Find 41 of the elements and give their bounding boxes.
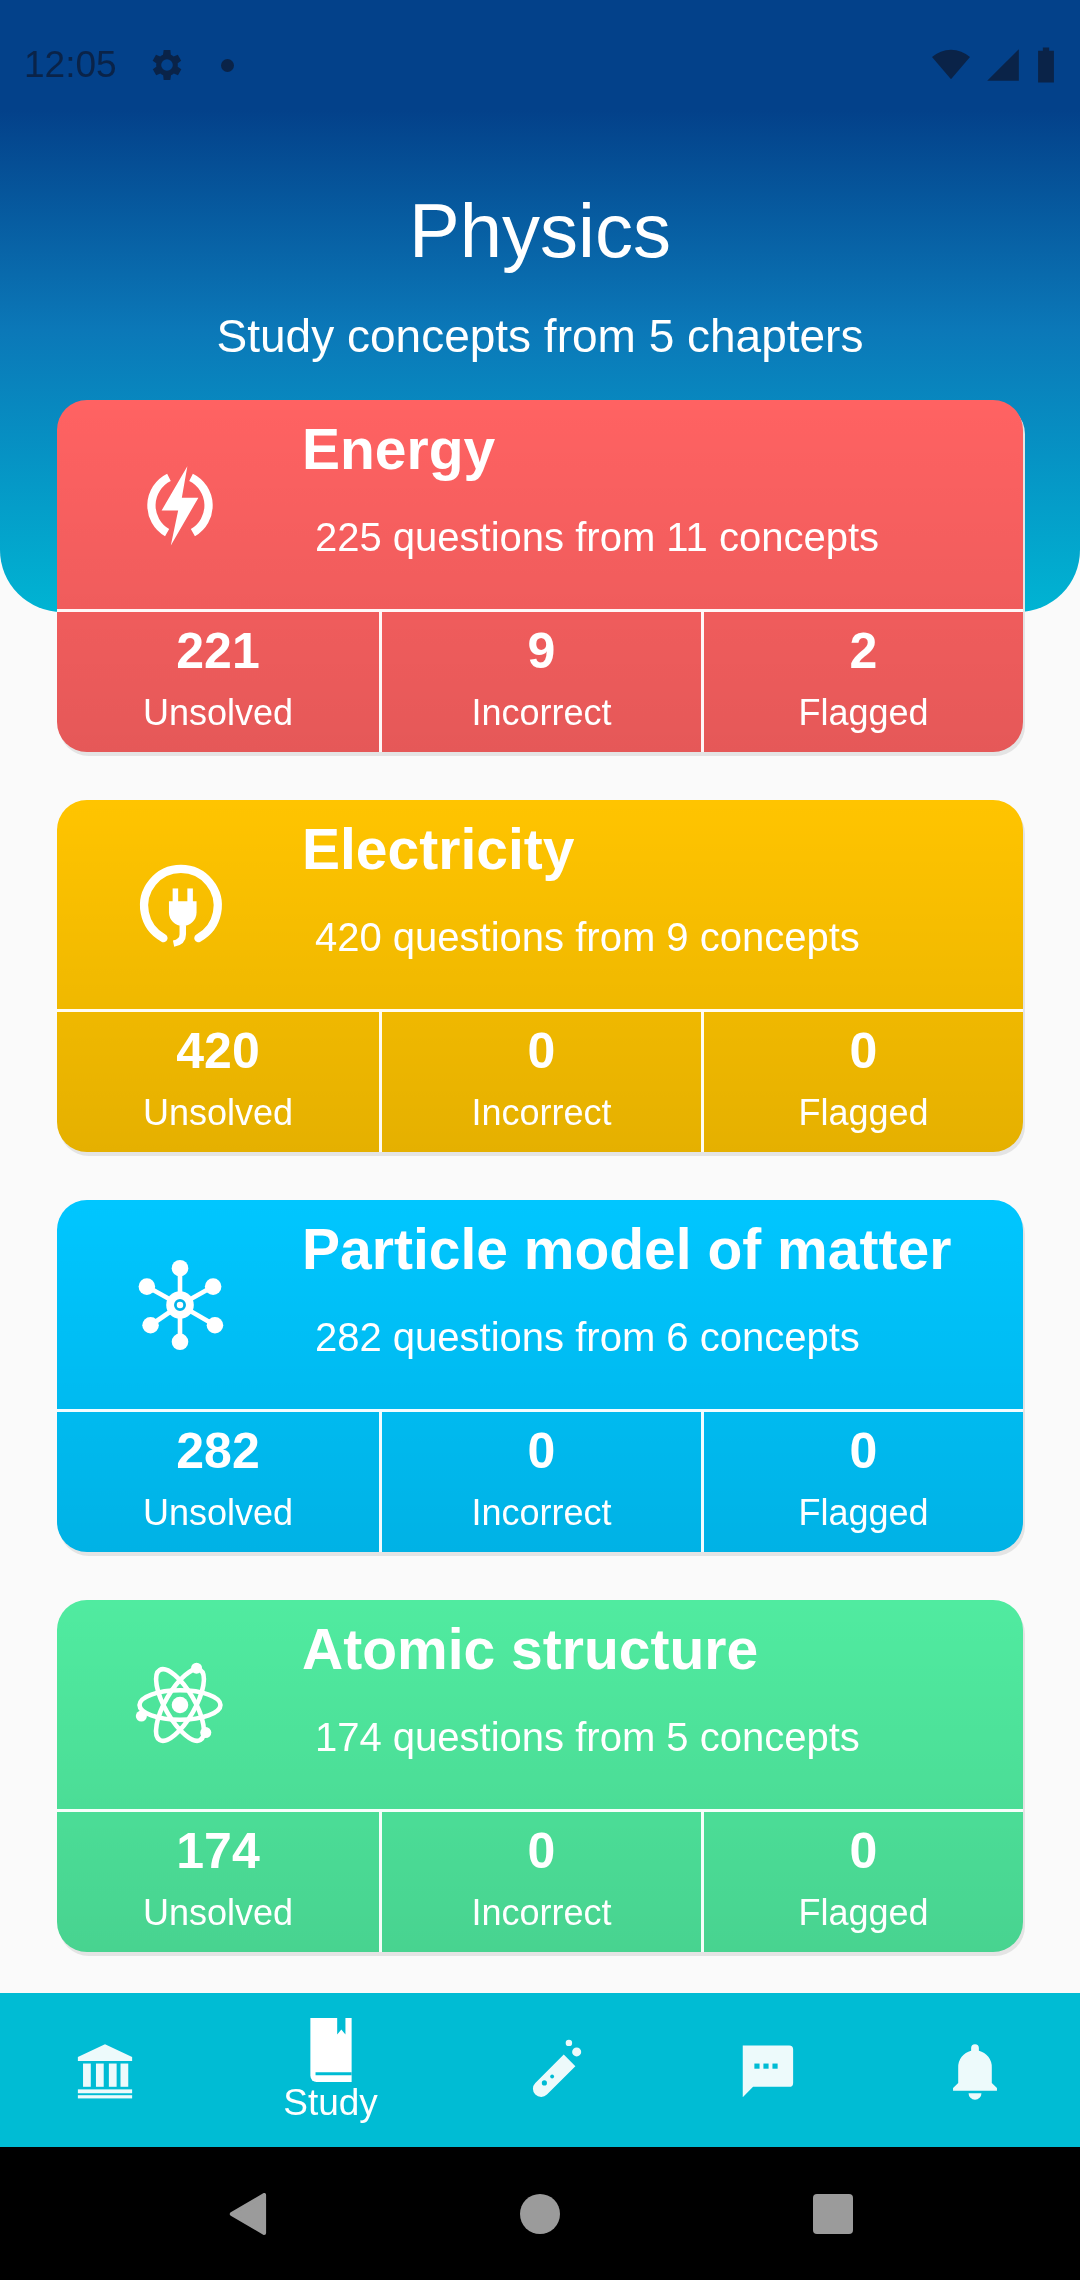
stat-value: 420	[176, 1022, 260, 1081]
chapter-title: Atomic structure	[302, 1616, 760, 1683]
chapter-title: Particle model of matter	[302, 1216, 952, 1283]
stat-value: 221	[176, 622, 260, 681]
stat-value: 2	[849, 622, 878, 681]
stat-label: Incorrect	[471, 1091, 612, 1135]
stat-label: Incorrect	[471, 691, 612, 735]
status-time: 12:05	[24, 44, 117, 86]
stat-label: Flagged	[798, 1891, 929, 1935]
chapter-title: Electricity	[302, 816, 576, 883]
stat-value: 174	[176, 1822, 260, 1881]
stat-value: 0	[527, 1822, 556, 1881]
page-title: Physics	[409, 187, 671, 275]
chapter-title: Energy	[302, 416, 497, 483]
home-icon[interactable]	[520, 2192, 560, 2235]
stat-value: 0	[849, 1422, 878, 1481]
notification-dot-icon	[220, 58, 234, 72]
chapter-summary: 174 questions from 5 concepts	[315, 1714, 860, 1761]
nav-tab[interactable]: Study	[283, 2016, 378, 2124]
stat-label: Flagged	[798, 1491, 929, 1535]
stat-value: 9	[527, 622, 556, 681]
signal-icon	[984, 46, 1022, 84]
chapter-summary: 225 questions from 11 concepts	[315, 514, 880, 561]
chapter-summary: 282 questions from 6 concepts	[315, 1314, 861, 1361]
stat-label: Incorrect	[471, 1491, 612, 1535]
chapter-summary: 420 questions from 9 concepts	[315, 914, 860, 961]
recent-apps-icon[interactable]	[813, 2192, 854, 2235]
page-subtitle: Study concepts from 5 chapters	[216, 309, 864, 364]
stat-label: Incorrect	[471, 1891, 612, 1935]
stat-label: Unsolved	[142, 1491, 294, 1535]
stat-value: 0	[849, 1822, 878, 1881]
stat-label: Unsolved	[142, 691, 294, 735]
stat-label: Unsolved	[142, 1091, 294, 1135]
stat-label: Unsolved	[142, 1891, 294, 1935]
stat-label: Flagged	[798, 691, 929, 735]
stat-value: 282	[176, 1422, 260, 1481]
battery-icon	[1036, 46, 1056, 84]
stat-label: Flagged	[798, 1091, 929, 1135]
stat-value: 0	[527, 1422, 556, 1481]
stat-value: 0	[527, 1022, 556, 1081]
stat-value: 0	[849, 1022, 878, 1081]
